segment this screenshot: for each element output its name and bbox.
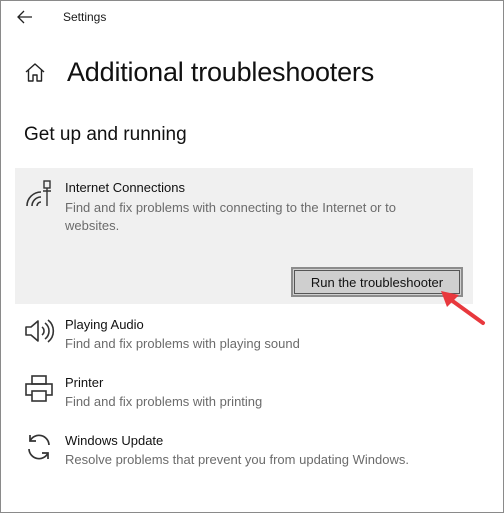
sync-icon [28, 434, 50, 460]
troubleshooter-internet-connections[interactable]: Internet Connections Find and fix proble… [15, 168, 473, 304]
troubleshooter-playing-audio[interactable]: Playing Audio Find and fix problems with… [15, 311, 473, 359]
troubleshooter-description: Find and fix problems with playing sound [65, 336, 300, 351]
home-button[interactable] [23, 61, 47, 85]
home-icon [25, 63, 45, 82]
window-title: Settings [63, 10, 107, 24]
troubleshooter-name: Printer [65, 375, 104, 390]
annotation-arrow-icon [441, 291, 485, 325]
troubleshooter-name: Windows Update [65, 433, 164, 448]
troubleshooter-name: Internet Connections [65, 180, 185, 195]
troubleshooter-printer[interactable]: Printer Find and fix problems with print… [15, 369, 473, 417]
speaker-icon [25, 319, 55, 343]
title-bar: Settings [1, 1, 503, 35]
back-arrow-icon [17, 10, 32, 24]
troubleshooter-description: Resolve problems that prevent you from u… [65, 452, 409, 467]
settings-window: Settings Additional troubleshooters Get … [0, 0, 504, 513]
wifi-network-icon [26, 180, 51, 207]
troubleshooter-description: Find and fix problems with connecting to… [65, 200, 396, 233]
troubleshooter-name: Playing Audio [65, 317, 144, 332]
page-title: Additional troubleshooters [67, 57, 375, 87]
troubleshooter-windows-update[interactable]: Windows Update Resolve problems that pre… [15, 427, 473, 475]
printer-icon [25, 375, 53, 402]
troubleshooter-description: Find and fix problems with printing [65, 394, 263, 409]
back-button[interactable] [13, 7, 37, 27]
section-heading: Get up and running [24, 124, 187, 145]
